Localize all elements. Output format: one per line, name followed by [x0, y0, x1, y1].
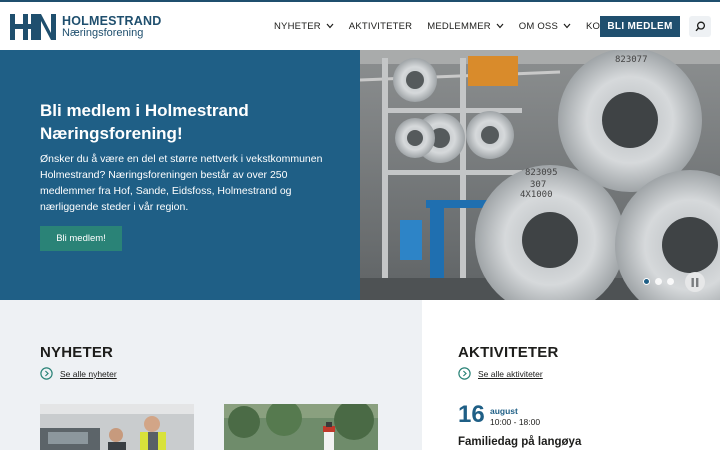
coil-label: 823095: [525, 168, 558, 178]
logo-name: HOLMESTRAND: [62, 14, 162, 28]
event-title[interactable]: Familiedag på langøya: [458, 436, 581, 448]
lighthouse-photo: [224, 404, 378, 450]
logo-subtitle: Næringsforening: [62, 27, 144, 39]
see-all-activities-link[interactable]: Se alle aktiviteter: [458, 367, 543, 380]
hero-slider: Bli medlem i Holmestrand Næringsforening…: [0, 50, 720, 300]
people-photo: [40, 404, 194, 450]
site-header: HOLMESTRAND Næringsforening NYHETER AKTI…: [0, 2, 720, 50]
chevron-down-icon: [563, 23, 571, 29]
aluminium-coils-image: 823077 823095 4X1000 307: [360, 50, 720, 300]
pause-icon: [691, 277, 699, 287]
nav-item-nyheter[interactable]: NYHETER: [274, 21, 334, 32]
hero-title: Bli medlem i Holmestrand Næringsforening…: [40, 101, 249, 143]
slider-dot-3[interactable]: [667, 278, 674, 285]
search-icon: [694, 21, 705, 32]
news-section: NYHETER Se alle nyheter: [0, 300, 422, 450]
arrow-circle-icon: [458, 367, 471, 380]
hero-image: 823077 823095 4X1000 307: [360, 50, 720, 300]
event-day: 16: [458, 401, 485, 428]
slider-dot-1[interactable]: [643, 278, 650, 285]
event-month: august: [490, 406, 518, 416]
activities-title: AKTIVITETER: [458, 344, 559, 361]
chevron-down-icon: [326, 23, 334, 29]
become-member-button[interactable]: BLI MEDLEM: [600, 16, 680, 37]
slider-dot-2[interactable]: [655, 278, 662, 285]
chevron-down-icon: [496, 23, 504, 29]
hero-text: Ønsker du å være en del et større nettve…: [40, 153, 323, 213]
news-title: NYHETER: [40, 344, 114, 361]
logo-mark-icon: [10, 14, 56, 40]
coil-label: 307: [530, 180, 546, 190]
main-nav: NYHETER AKTIVITETER MEDLEMMER OM OSS KON…: [274, 2, 647, 50]
coil-label: 4X1000: [520, 190, 553, 200]
activities-section: AKTIVITETER Se alle aktiviteter 16 augus…: [422, 300, 720, 450]
news-card-image-1[interactable]: [40, 404, 194, 450]
nav-item-om-oss[interactable]: OM OSS: [519, 21, 571, 32]
coil-label: 823077: [615, 55, 648, 65]
arrow-circle-icon: [40, 367, 53, 380]
slider-dots: [643, 278, 679, 285]
nav-item-aktiviteter[interactable]: AKTIVITETER: [349, 21, 412, 32]
site-logo[interactable]: HOLMESTRAND Næringsforening: [10, 14, 161, 40]
hero-become-member-button[interactable]: Bli medlem!: [40, 226, 122, 251]
event-time: 10:00 - 18:00: [490, 417, 541, 427]
search-button[interactable]: [689, 16, 711, 37]
nav-item-medlemmer[interactable]: MEDLEMMER: [427, 21, 504, 32]
slider-pause-button[interactable]: [685, 272, 705, 292]
news-card-image-2[interactable]: [224, 404, 378, 450]
see-all-news-link[interactable]: Se alle nyheter: [40, 367, 117, 380]
hero-panel: Bli medlem i Holmestrand Næringsforening…: [0, 50, 360, 300]
